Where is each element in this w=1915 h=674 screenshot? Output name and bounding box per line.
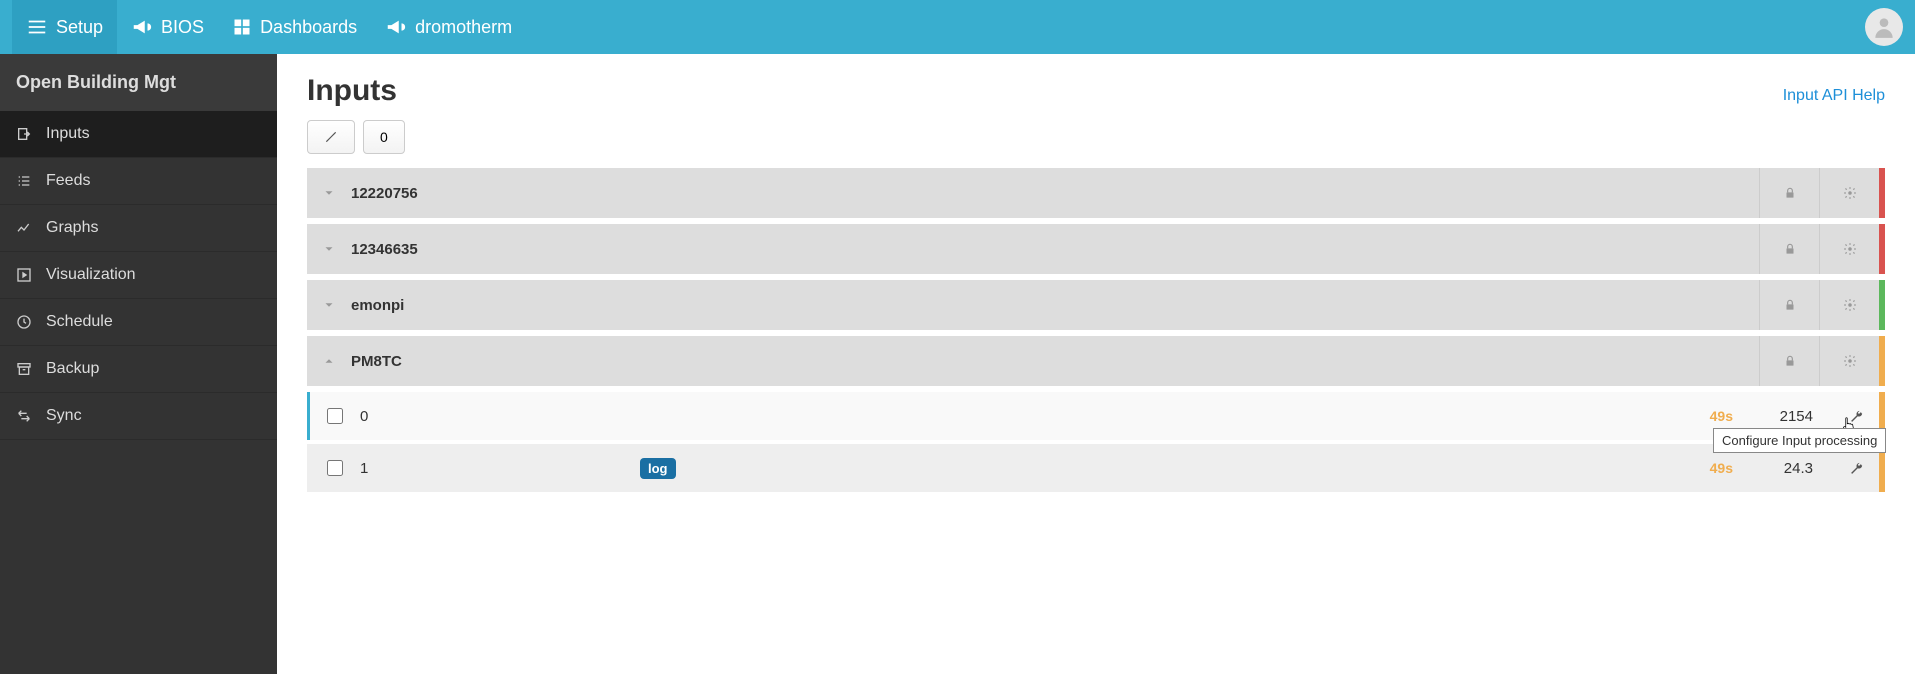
main-content: Inputs Input API Help 0 12220756 1234663… [277,54,1915,674]
sidebar-item-label: Backup [46,360,99,378]
play-box-icon [16,267,32,283]
input-value: 24.3 [1743,460,1833,477]
input-name: 1 [360,460,640,477]
group-row[interactable]: 12220756 [307,168,1885,218]
sidebar-title: Open Building Mgt [0,54,277,111]
sidebar-item-label: Graphs [46,219,98,237]
sidebar: Open Building Mgt Inputs Feeds Graphs Vi… [0,54,277,674]
group-name: PM8TC [351,353,1759,370]
collapse-all-button[interactable] [307,120,355,154]
sidebar-item-sync[interactable]: Sync [0,393,277,440]
process-tag: log [640,458,676,479]
sidebar-item-label: Feeds [46,172,90,190]
user-icon [1871,14,1897,40]
input-row: 0 49s 2154 [307,392,1885,440]
page-title: Inputs [307,74,397,108]
gear-icon[interactable] [1819,336,1879,386]
status-stripe [1879,280,1885,330]
gear-icon[interactable] [1819,224,1879,274]
status-stripe [1879,168,1885,218]
grid-icon [232,17,252,37]
configure-button[interactable] [1833,461,1879,476]
nav-dashboards-label: Dashboards [260,17,357,38]
input-tags: log [640,458,1673,479]
nav-dromotherm-label: dromotherm [415,17,512,38]
row-checkbox[interactable] [327,408,343,424]
sidebar-item-feeds[interactable]: Feeds [0,158,277,205]
chevron-up-icon[interactable] [307,354,351,368]
user-avatar[interactable] [1865,8,1903,46]
chevron-down-icon[interactable] [307,298,351,312]
row-checkbox[interactable] [327,460,343,476]
input-time: 49s [1673,460,1743,476]
nav-bios-label: BIOS [161,17,204,38]
sidebar-item-graphs[interactable]: Graphs [0,205,277,252]
archive-icon [16,361,32,377]
nav-setup-label: Setup [56,17,103,38]
nav-bios[interactable]: BIOS [117,0,218,54]
gear-icon[interactable] [1819,280,1879,330]
list-icon [16,173,32,189]
input-icon [16,126,32,142]
status-stripe [1879,224,1885,274]
gear-icon[interactable] [1819,168,1879,218]
group-name: 12346635 [351,241,1759,258]
megaphone-icon [385,16,407,38]
sidebar-item-label: Inputs [46,125,90,143]
sync-icon [16,408,32,424]
graph-icon [16,220,32,236]
chevron-down-icon[interactable] [307,242,351,256]
status-stripe [1879,336,1885,386]
input-name: 0 [360,408,640,425]
selection-count-button[interactable]: 0 [363,120,405,154]
group-row[interactable]: 12346635 [307,224,1885,274]
nav-dromotherm[interactable]: dromotherm [371,0,526,54]
nav-dashboards[interactable]: Dashboards [218,0,371,54]
input-time: 49s [1673,408,1743,424]
megaphone-icon [131,16,153,38]
input-row: 1 log 49s 24.3 [307,444,1885,492]
clock-icon [16,314,32,330]
group-name: emonpi [351,297,1759,314]
group-name: 12220756 [351,185,1759,202]
group-row[interactable]: emonpi [307,280,1885,330]
sidebar-item-label: Visualization [46,266,136,284]
hamburger-icon [26,16,48,38]
tooltip: Configure Input processing [1713,428,1886,453]
lock-icon[interactable] [1759,280,1819,330]
lock-icon[interactable] [1759,168,1819,218]
api-help-link[interactable]: Input API Help [1783,87,1885,105]
nav-setup[interactable]: Setup [12,0,117,54]
group-row[interactable]: PM8TC [307,336,1885,386]
lock-icon[interactable] [1759,224,1819,274]
lock-icon[interactable] [1759,336,1819,386]
sidebar-item-label: Sync [46,407,82,425]
input-value: 2154 [1743,408,1833,425]
topbar: Setup BIOS Dashboards dromotherm [0,0,1915,54]
sidebar-item-visualization[interactable]: Visualization [0,252,277,299]
sidebar-item-schedule[interactable]: Schedule [0,299,277,346]
sidebar-item-inputs[interactable]: Inputs [0,111,277,158]
sidebar-item-label: Schedule [46,313,113,331]
collapse-icon [324,130,338,144]
sidebar-item-backup[interactable]: Backup [0,346,277,393]
chevron-down-icon[interactable] [307,186,351,200]
